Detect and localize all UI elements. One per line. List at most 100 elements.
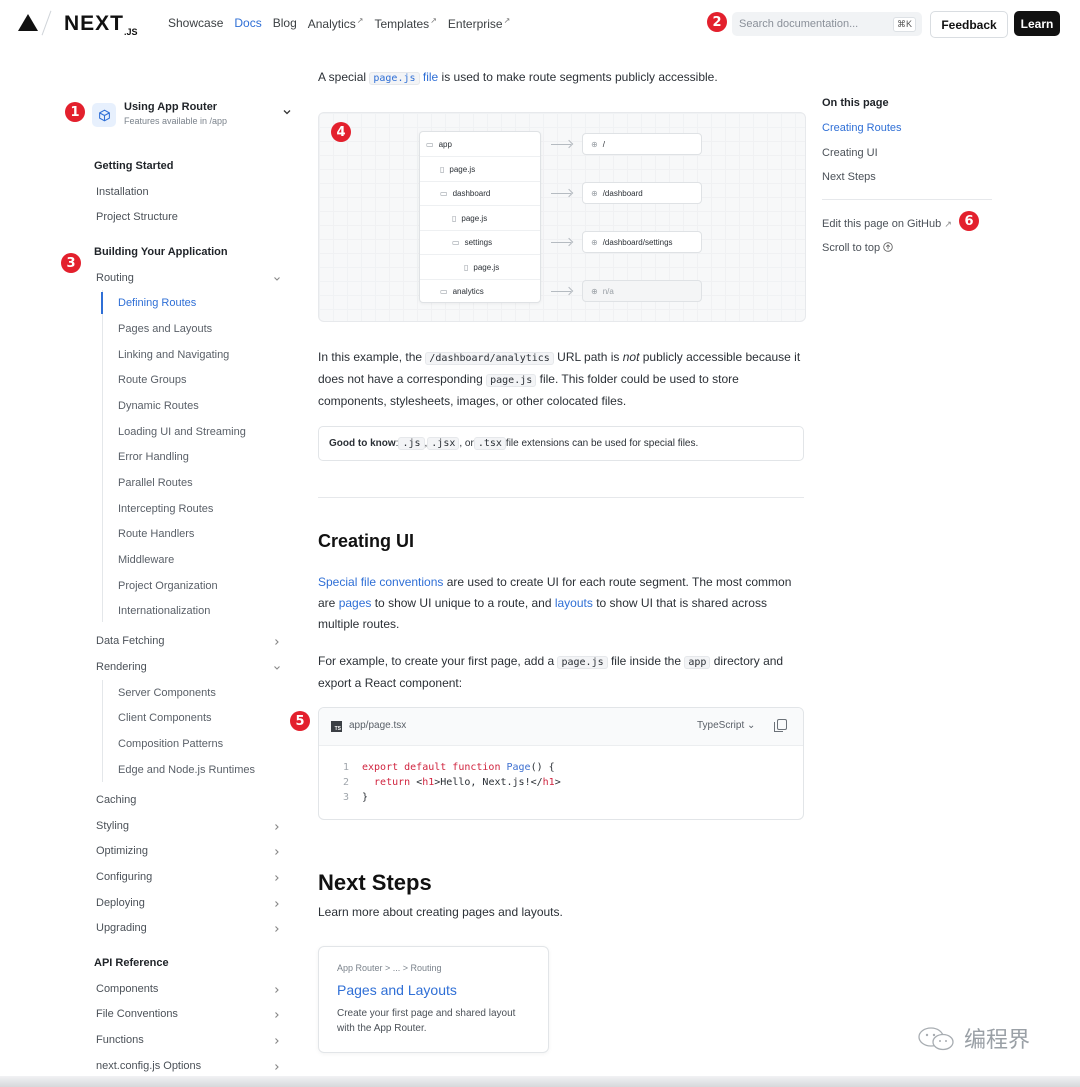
copy-icon[interactable] [774,719,787,732]
globe-icon: ⊕ [591,139,598,149]
nav-enterprise[interactable]: Enterprise↗ [448,16,510,31]
line-number: 2 [342,777,349,788]
feedback-button[interactable]: Feedback [930,11,1008,38]
sidebar-item-internationalization[interactable]: Internationalization [118,605,210,617]
sidebar-item-project-organization[interactable]: Project Organization [118,580,218,592]
sidebar-item-composition-patterns[interactable]: Composition Patterns [118,738,223,750]
sidebar-item-styling[interactable]: Styling [96,820,129,832]
sidebar-item-error-handling[interactable]: Error Handling [118,451,189,463]
sidebar-item-client-components[interactable]: Client Components [118,712,212,724]
sidebar-section-building[interactable]: Building Your Application [94,246,228,258]
sidebar-item-configuring[interactable]: Configuring [96,871,152,883]
sidebar-item-rendering[interactable]: Rendering [96,661,147,673]
chevron-right-icon[interactable] [272,847,282,857]
route-url-box: ⊕ n/a [582,280,702,302]
nav-analytics[interactable]: Analytics↗ [308,16,364,31]
router-switcher[interactable]: Using App Router Features available in /… [92,101,292,131]
tree-folder-analytics: ▭ analytics [440,286,484,296]
route-url-box: ⊕/dashboard [582,182,702,204]
chevron-right-icon[interactable] [272,1062,282,1072]
chevron-right-icon[interactable] [272,899,282,909]
toc-item-creating-routes[interactable]: Creating Routes [822,122,902,134]
sidebar-item-deploying[interactable]: Deploying [96,897,145,909]
sidebar-item-routing[interactable]: Routing [96,272,134,284]
line-number: 3 [342,792,349,803]
sidebar-item-caching[interactable]: Caching [96,794,136,806]
chevron-right-icon[interactable] [272,985,282,995]
sidebar-item-server-components[interactable]: Server Components [118,687,216,699]
annotation-badge-6: 6 [959,211,979,231]
nextjs-logo[interactable]: NEXT.JS [64,12,138,37]
vercel-logo-icon[interactable] [18,14,38,31]
sidebar-section-api-reference[interactable]: API Reference [94,957,169,969]
next-step-card[interactable]: App Router > ... > Routing Pages and Lay… [318,946,549,1053]
page-js-file-link[interactable]: page.js file [369,70,438,85]
arrow-up-circle-icon [883,242,893,252]
sidebar-item-next-config[interactable]: next.config.js Options [96,1060,201,1072]
sidebar-item-optimizing[interactable]: Optimizing [96,845,148,857]
sidebar-item-file-conventions[interactable]: File Conventions [96,1008,178,1020]
nav-blog[interactable]: Blog [273,16,297,31]
router-title: Using App Router [124,101,218,113]
chevron-right-icon[interactable] [272,873,282,883]
route-diagram: ▭ app ▯ page.js ▭ dashboard ▯ page.js ▭ setti… [318,112,806,322]
external-link-icon: ↗ [944,219,952,229]
sidebar-item-dynamic-routes[interactable]: Dynamic Routes [118,400,199,412]
sidebar-item-intercepting-routes[interactable]: Intercepting Routes [118,503,213,515]
route-url-box: ⊕ / [582,133,702,155]
sidebar-item-route-groups[interactable]: Route Groups [118,374,186,386]
nav-templates[interactable]: Templates↗ [374,16,436,31]
sidebar-item-defining-routes[interactable]: Defining Routes [118,297,196,309]
language-select[interactable]: TypeScript ⌄ [697,720,755,731]
chevron-down-icon[interactable] [272,663,282,673]
file-icon: ▯ [452,213,457,223]
scroll-to-top-link[interactable]: Scroll to top [822,242,893,254]
routing-tree-line [102,290,103,622]
sidebar-item-parallel-routes[interactable]: Parallel Routes [118,477,193,489]
folder-icon: ▭ [426,139,434,149]
sidebar-item-edge-runtimes[interactable]: Edge and Node.js Runtimes [118,764,255,776]
sidebar-section-getting-started[interactable]: Getting Started [94,160,173,172]
chevron-right-icon[interactable] [272,1036,282,1046]
sidebar-item-data-fetching[interactable]: Data Fetching [96,635,164,647]
edit-on-github-link[interactable]: Edit this page on GitHub ↗ [822,218,952,230]
sidebar-item-linking[interactable]: Linking and Navigating [118,349,229,361]
nav-showcase[interactable]: Showcase [168,16,223,31]
active-indicator [101,292,103,314]
annotation-badge-5: 5 [290,711,310,731]
chevron-right-icon[interactable] [272,822,282,832]
special-file-conventions-link[interactable]: Special file conventions [318,575,443,589]
chevron-down-icon[interactable] [272,274,282,284]
chevron-right-icon[interactable] [272,637,282,647]
toc-item-next-steps[interactable]: Next Steps [822,171,876,183]
toc-item-creating-ui[interactable]: Creating UI [822,147,878,159]
arrow-icon [551,144,571,145]
chevron-right-icon[interactable] [272,1010,282,1020]
pages-link[interactable]: pages [339,596,372,610]
globe-icon: ⊕ [591,188,598,198]
arrow-icon [551,242,571,243]
sidebar-item-pages-and-layouts[interactable]: Pages and Layouts [118,323,212,335]
tree-folder-app: ▭ app [420,132,540,157]
sidebar-item-route-handlers[interactable]: Route Handlers [118,528,194,540]
sidebar-item-middleware[interactable]: Middleware [118,554,174,566]
learn-button[interactable]: Learn [1014,11,1060,36]
first-page-paragraph: For example, to create your first page, … [318,654,784,690]
layouts-link[interactable]: layouts [555,596,593,610]
sidebar-item-project-structure[interactable]: Project Structure [96,211,178,223]
search-input[interactable]: Search documentation... ⌘K [732,12,922,36]
card-title[interactable]: Pages and Layouts [337,982,457,998]
code-line: return <h1>Hello, Next.js!</h1> [362,777,561,788]
nav-docs[interactable]: Docs [234,16,261,31]
tree-folder-settings: ▭ settings [420,230,540,255]
sidebar-item-installation[interactable]: Installation [96,186,149,198]
tree-file-page: ▯ page.js [420,255,540,280]
sidebar-item-components[interactable]: Components [96,983,158,995]
sidebar-item-loading-ui[interactable]: Loading UI and Streaming [118,426,246,438]
sidebar-item-functions[interactable]: Functions [96,1034,144,1046]
code-filename: app/page.tsx [349,720,407,731]
watermark-text: 编程界 [964,1027,1031,1052]
sidebar-item-upgrading[interactable]: Upgrading [96,922,147,934]
annotation-badge-4: 4 [331,122,351,142]
chevron-right-icon[interactable] [272,924,282,934]
